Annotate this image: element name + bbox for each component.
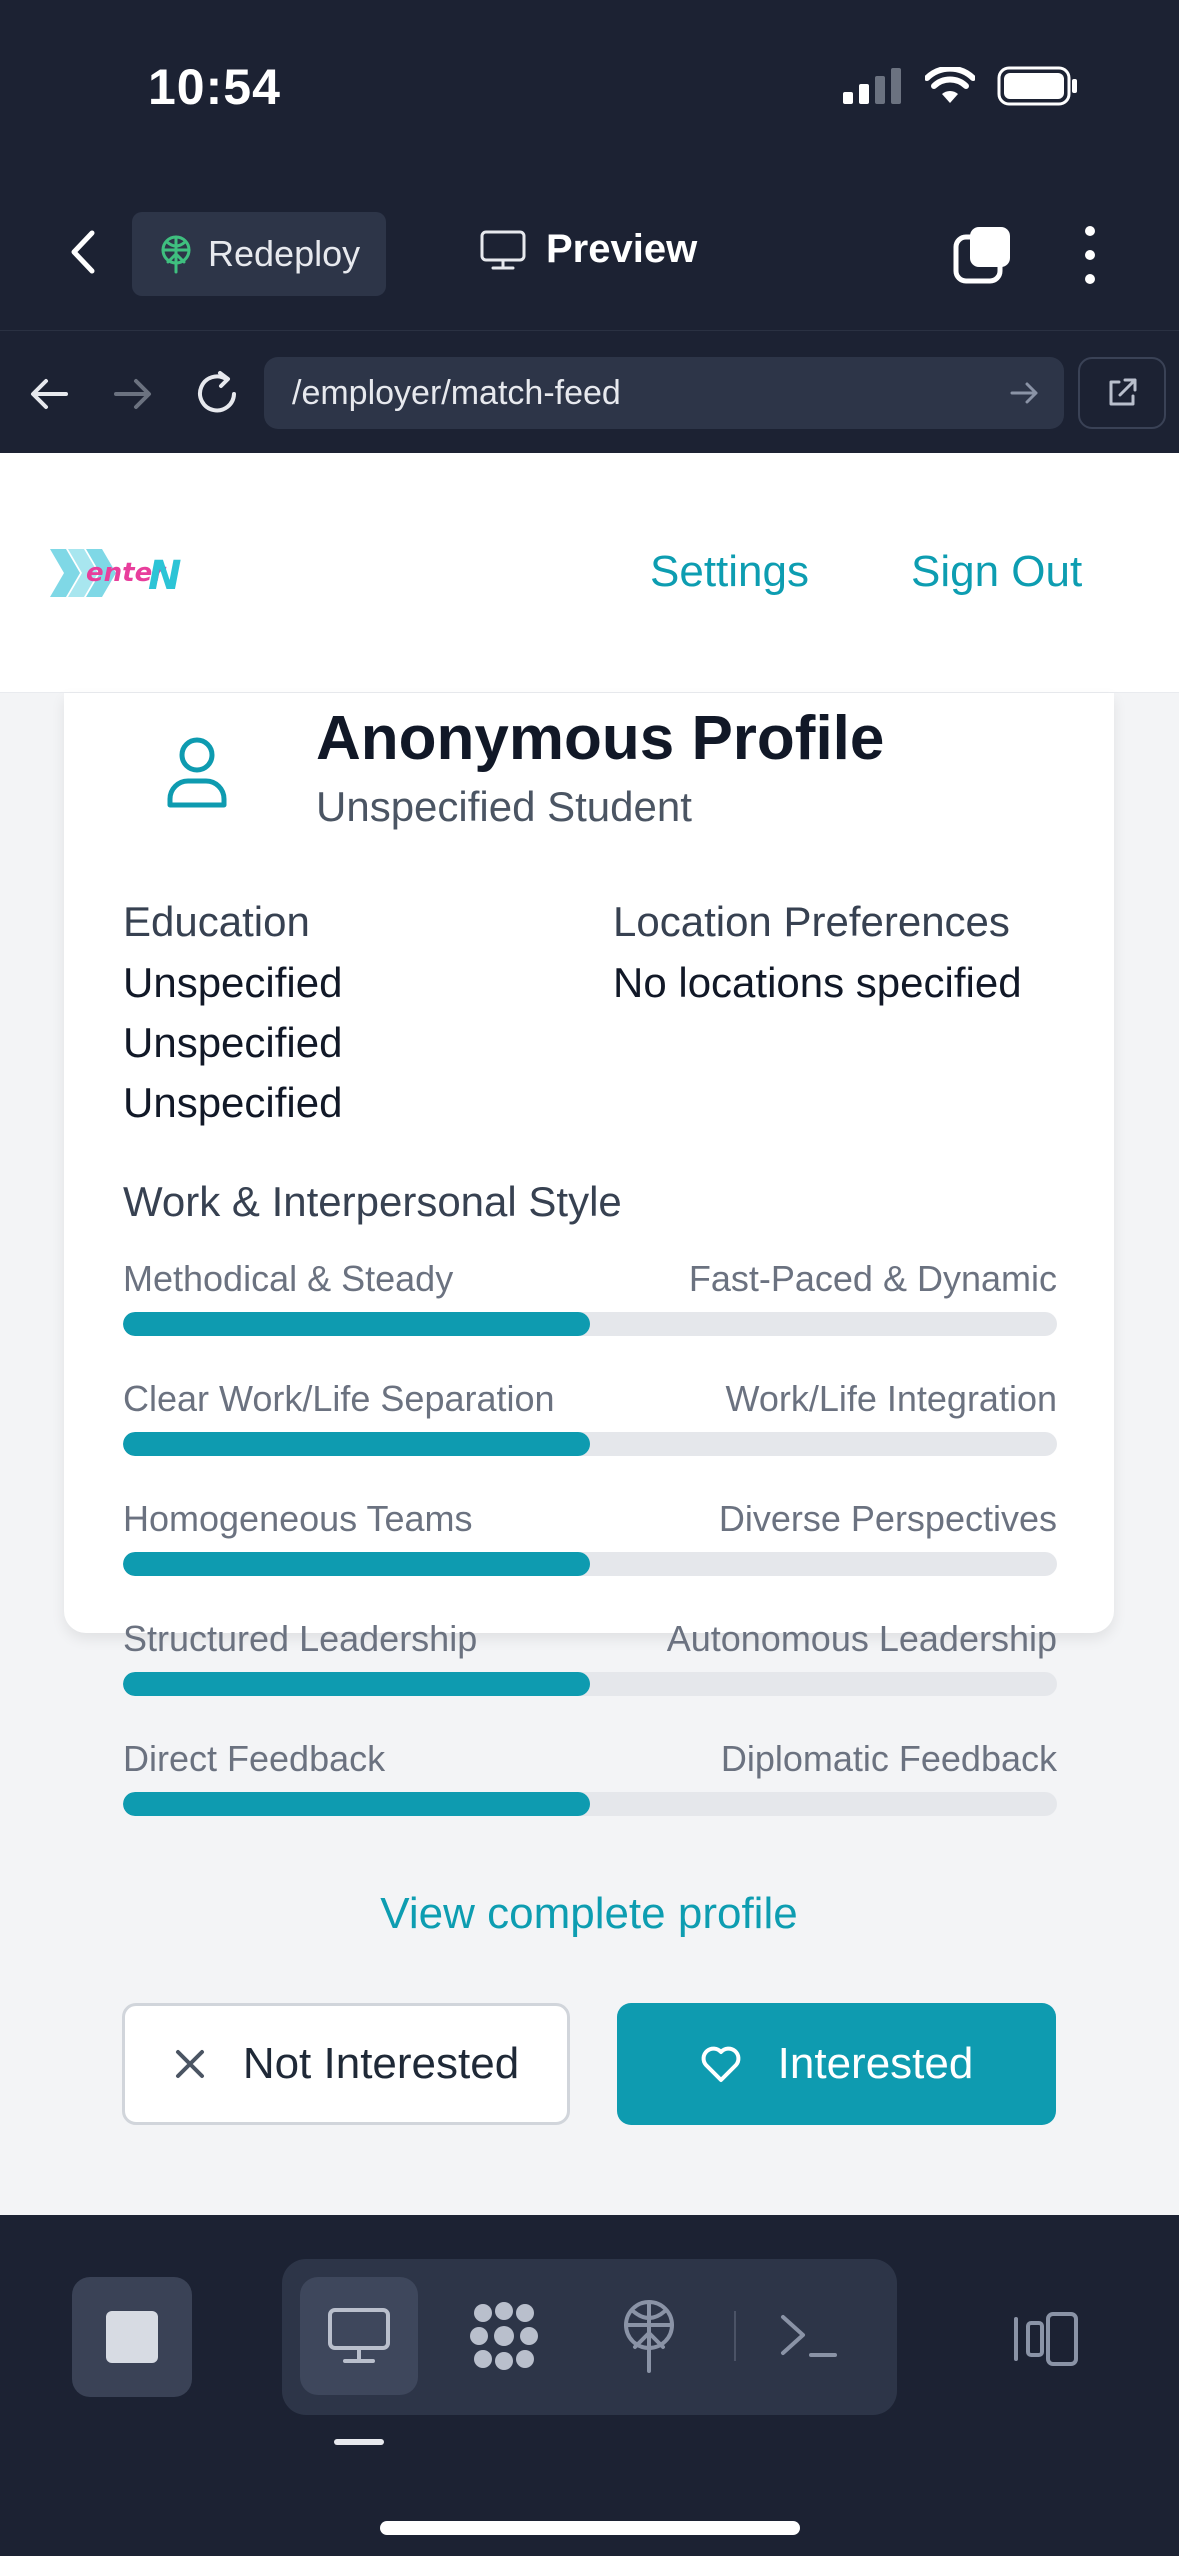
heart-icon [701, 2046, 741, 2082]
slider-left-label: Direct Feedback [123, 1738, 386, 1779]
user-icon [167, 737, 227, 808]
style-slider: Structured Leadership Autonomous Leaders… [123, 1618, 1057, 1738]
reload-icon[interactable] [190, 367, 244, 421]
style-slider: Direct Feedback Diplomatic Feedback [123, 1738, 1057, 1858]
panel-layout-icon[interactable] [1010, 2311, 1080, 2367]
stop-icon [106, 2311, 158, 2363]
deploy-tool-button[interactable] [590, 2277, 708, 2395]
open-external-button[interactable] [1078, 357, 1166, 429]
education-value: Unspecified [123, 1079, 343, 1126]
slider-right-label: Diverse Perspectives [718, 1498, 1057, 1539]
location-value: No locations specified [613, 959, 1022, 1006]
education-value: Unspecified [123, 959, 343, 1006]
slider-left-label: Structured Leadership [123, 1618, 478, 1659]
style-heading: Work & Interpersonal Style [123, 1178, 622, 1225]
sign-out-link[interactable]: Sign Out [911, 547, 1082, 597]
view-complete-label: View complete profile [380, 1889, 798, 1938]
entern-logo[interactable]: enter N [50, 545, 186, 601]
slider-left-label: Homogeneous Teams [123, 1498, 473, 1539]
tool-switcher [282, 2259, 897, 2415]
nav-forward-arrow-icon[interactable] [108, 369, 158, 419]
back-chevron-icon[interactable] [60, 227, 110, 277]
slider-left-label: Clear Work/Life Separation [123, 1378, 555, 1419]
style-slider: Homogeneous Teams Diverse Perspectives [123, 1498, 1057, 1618]
close-icon [175, 2050, 204, 2078]
preview-tool-button[interactable] [300, 2277, 418, 2395]
home-indicator [380, 2521, 800, 2535]
battery-icon [997, 66, 1077, 106]
active-tab-indicator [334, 2439, 384, 2445]
slider-fill [123, 1312, 590, 1336]
url-input[interactable]: /employer/match-feed [264, 357, 1064, 429]
style-sliders: Methodical & Steady Fast-Paced & Dynamic… [123, 1258, 1057, 1858]
style-slider: Methodical & Steady Fast-Paced & Dynamic [123, 1258, 1057, 1378]
slider-right-label: Autonomous Leadership [666, 1618, 1057, 1659]
education-value: Unspecified [123, 1019, 343, 1066]
agent-icon [470, 2302, 538, 2370]
url-text: /employer/match-feed [292, 373, 621, 412]
app-viewport: enter N Settings Sign Out Anonymous Prof… [0, 453, 1179, 2215]
nav-back-arrow-icon[interactable] [24, 369, 74, 419]
replit-toolbar: Redeploy Preview [0, 175, 1179, 330]
slider-track [123, 1312, 1057, 1336]
preview-label: Preview [546, 227, 698, 271]
slider-track [123, 1672, 1057, 1696]
slider-fill [123, 1432, 590, 1456]
app-header: enter N Settings Sign Out [0, 453, 1179, 693]
education-values: Unspecified Unspecified Unspecified [123, 953, 342, 1133]
not-interested-label: Not Interested [242, 2039, 520, 2088]
bottom-toolbar [0, 2215, 1179, 2556]
status-time: 10:54 [148, 59, 281, 115]
status-icons [843, 66, 1079, 106]
agent-tool-button[interactable] [445, 2277, 563, 2395]
redeploy-label: Redeploy [208, 233, 361, 274]
status-bar: 10:54 [0, 0, 1179, 175]
svg-text:N: N [148, 553, 181, 599]
education-heading: Education [123, 898, 310, 945]
settings-link[interactable]: Settings [650, 547, 809, 597]
browser-url-bar: /employer/match-feed [0, 330, 1179, 453]
interested-button[interactable]: Interested [617, 2003, 1056, 2125]
terminal-icon [781, 2315, 837, 2357]
wifi-icon [925, 67, 975, 103]
deploy-icon [624, 2300, 674, 2373]
stop-button[interactable] [72, 2277, 192, 2397]
interested-label: Interested [777, 2039, 974, 2088]
style-slider: Clear Work/Life Separation Work/Life Int… [123, 1378, 1057, 1498]
redeploy-button[interactable]: Redeploy [132, 212, 386, 296]
monitor-icon [328, 2308, 390, 2363]
external-link-icon [1109, 378, 1137, 406]
not-interested-button[interactable]: Not Interested [122, 2003, 570, 2125]
go-arrow-icon[interactable] [1008, 377, 1040, 409]
location-heading: Location Preferences [613, 898, 1010, 945]
tool-divider [734, 2311, 736, 2361]
deploy-icon [161, 235, 191, 274]
slider-track [123, 1792, 1057, 1816]
slider-fill [123, 1672, 590, 1696]
slider-right-label: Fast-Paced & Dynamic [688, 1258, 1057, 1299]
slider-fill [123, 1552, 590, 1576]
view-complete-profile-link[interactable]: View complete profile [64, 1889, 1114, 1939]
preview-tab[interactable]: Preview [480, 227, 697, 272]
tabs-icon[interactable] [952, 225, 1012, 285]
slider-fill [123, 1792, 590, 1816]
slider-track [123, 1432, 1057, 1456]
monitor-icon [480, 230, 526, 269]
profile-title: Anonymous Profile [316, 704, 885, 773]
slider-left-label: Methodical & Steady [123, 1258, 454, 1299]
shell-tool-button[interactable] [750, 2277, 868, 2395]
more-options-icon[interactable] [1070, 223, 1110, 287]
slider-right-label: Diplomatic Feedback [720, 1738, 1057, 1779]
profile-card: Anonymous Profile Unspecified Student Ed… [64, 693, 1114, 1938]
slider-track [123, 1552, 1057, 1576]
profile-subtitle: Unspecified Student [316, 783, 692, 830]
cellular-signal-icon [843, 68, 901, 104]
slider-right-label: Work/Life Integration [725, 1378, 1057, 1419]
